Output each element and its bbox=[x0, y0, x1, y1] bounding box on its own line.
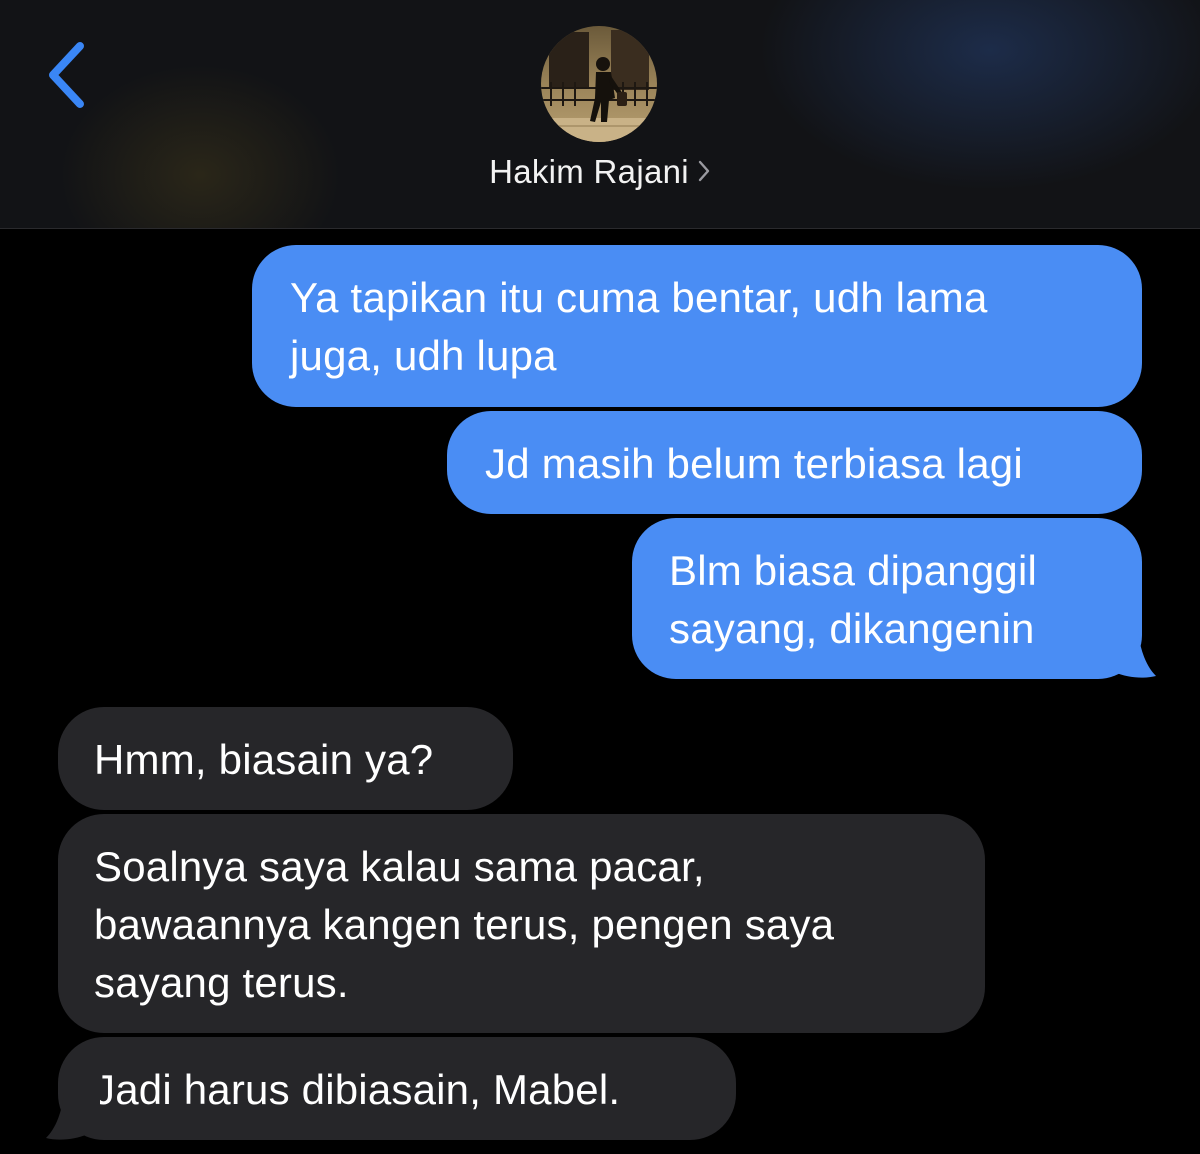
message-line: Soalnya saya kalau sama pacar, bbox=[94, 843, 705, 890]
chevron-left-icon bbox=[49, 42, 84, 108]
message-line: Jadi harus dibiasain, Mabel. bbox=[94, 1066, 621, 1113]
message-line: bawaannya kangen terus, pengen saya bbox=[94, 901, 835, 948]
received-message-bubble[interactable]: Hmm, biasain ya? bbox=[58, 707, 513, 810]
message-line: Ya tapikan itu cuma bentar, udh lama bbox=[290, 274, 988, 321]
message-line: Blm biasa dipanggil bbox=[669, 547, 1038, 594]
sent-message-bubble[interactable]: Blm biasa dipanggil sayang, dikangenin bbox=[632, 518, 1142, 679]
sent-bubble-tail bbox=[1100, 630, 1160, 680]
message-line: sayang, dikangenin bbox=[669, 605, 1035, 652]
contact-name: Hakim Rajani bbox=[489, 153, 689, 190]
message-line: sayang terus. bbox=[94, 959, 349, 1006]
contact-name-button[interactable]: Hakim Rajani bbox=[0, 153, 1200, 191]
message-line: Hmm, biasain ya? bbox=[94, 736, 434, 783]
message-line: Jd masih belum terbiasa lagi bbox=[485, 440, 1023, 487]
chevron-right-icon bbox=[697, 159, 711, 183]
received-message-bubble[interactable]: Soalnya saya kalau sama pacar, bawaannya… bbox=[58, 814, 985, 1033]
conversation-header: Hakim Rajani bbox=[0, 0, 1200, 229]
sent-message-bubble[interactable]: Jd masih belum terbiasa lagi bbox=[447, 411, 1142, 514]
received-message-bubble[interactable]: Jadi harus dibiasain, Mabel. bbox=[58, 1037, 736, 1140]
message-line: juga, udh lupa bbox=[290, 332, 557, 379]
sent-message-bubble[interactable]: Ya tapikan itu cuma bentar, udh lama jug… bbox=[252, 245, 1142, 407]
back-button[interactable] bbox=[36, 32, 106, 122]
contact-photo bbox=[541, 26, 657, 142]
received-bubble-tail bbox=[42, 1092, 102, 1142]
avatar[interactable] bbox=[541, 26, 657, 142]
